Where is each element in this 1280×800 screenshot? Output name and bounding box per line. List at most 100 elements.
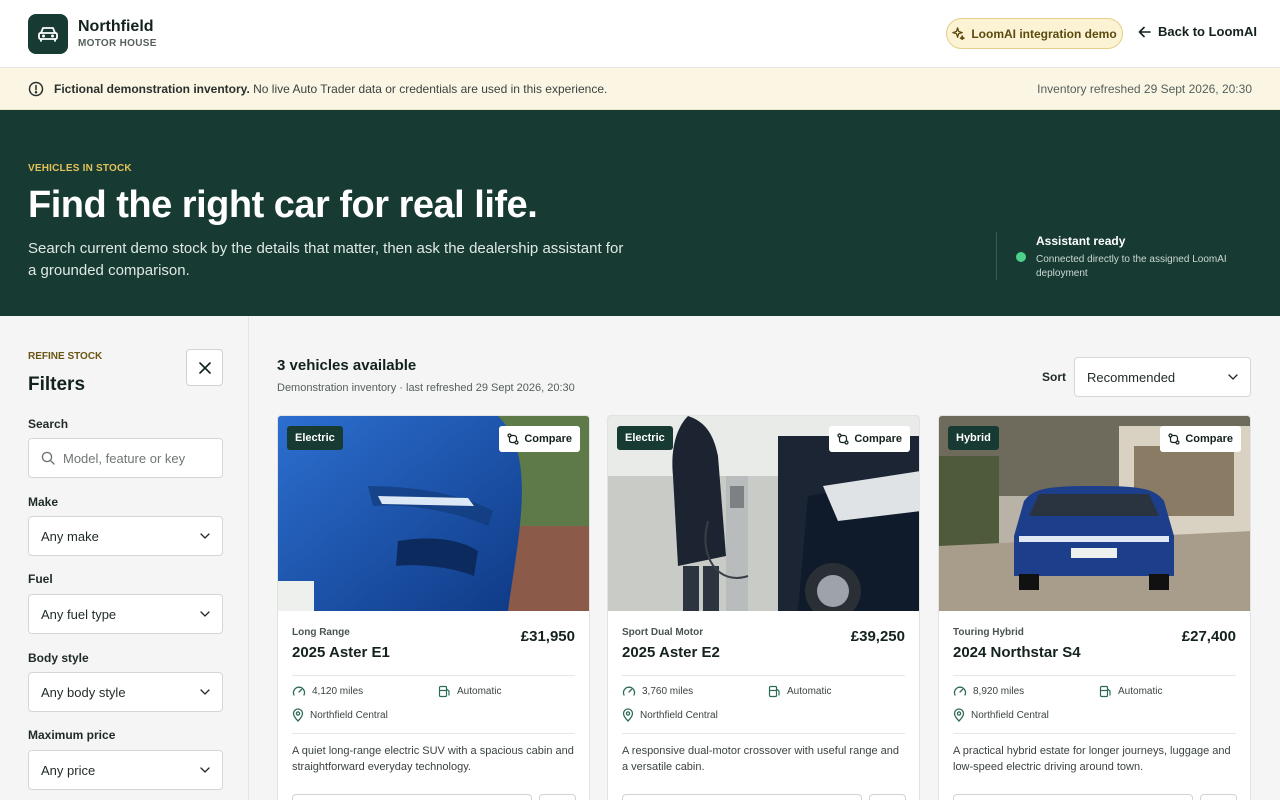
search-placeholder: Model, feature or key: [63, 450, 186, 466]
max-price-value: Any price: [41, 762, 96, 778]
chevron-down-icon: [200, 533, 210, 539]
vehicle-photo[interactable]: Electric Compare: [278, 416, 589, 611]
notice-text: No live Auto Trader data or credentials …: [249, 82, 608, 96]
vehicle-description: A responsive dual-motor crossover with u…: [622, 745, 899, 773]
compare-button[interactable]: Compare: [499, 426, 580, 452]
hero-title: Find the right car for real life.: [28, 184, 538, 226]
card-divider: [292, 675, 575, 676]
transmission-value: Automatic: [787, 686, 832, 697]
compare-button[interactable]: Compare: [1160, 426, 1241, 452]
vehicle-trim: Touring Hybrid: [953, 627, 1024, 638]
chevron-down-icon: [200, 767, 210, 773]
transmission-value: Automatic: [457, 686, 502, 697]
card-action-button[interactable]: [539, 794, 576, 800]
body-style-label: Body style: [28, 651, 89, 665]
gauge-icon: [622, 686, 636, 696]
alert-circle-icon: [28, 81, 44, 97]
hero-section: VEHICLES IN STOCK Find the right car for…: [0, 110, 1280, 316]
status-dot-icon: [1016, 252, 1026, 262]
vehicle-photo[interactable]: Electric Compare: [608, 416, 919, 611]
vehicle-price: £39,250: [850, 628, 905, 645]
vehicle-photo[interactable]: Hybrid Compare: [939, 416, 1250, 611]
assistant-status-title: Assistant ready: [1036, 234, 1126, 248]
mileage-value: 3,760 miles: [642, 685, 694, 697]
sparkle-icon: [952, 27, 966, 40]
hero-eyebrow: VEHICLES IN STOCK: [28, 163, 132, 174]
compare-icon: [1168, 433, 1180, 445]
card-divider: [953, 733, 1236, 734]
back-link-label: Back to LoomAI: [1158, 24, 1257, 39]
brand-subtitle: MOTOR HOUSE: [78, 38, 157, 49]
fuel-select[interactable]: Any fuel type: [28, 594, 223, 634]
view-details-button[interactable]: [622, 794, 862, 800]
fuel-label: Fuel: [28, 572, 53, 586]
card-action-button[interactable]: [869, 794, 906, 800]
compare-icon: [507, 433, 519, 445]
chevron-down-icon: [200, 689, 210, 695]
loomai-demo-pill[interactable]: LoomAI integration demo: [946, 18, 1123, 49]
filters-sidebar: REFINE STOCK Filters Search Model, featu…: [0, 316, 249, 800]
notice-message: Fictional demonstration inventory. No li…: [54, 82, 607, 96]
card-action-button[interactable]: [1200, 794, 1237, 800]
make-label: Make: [28, 495, 59, 509]
fuel-badge: Hybrid: [948, 426, 999, 450]
vehicle-card[interactable]: Electric Compare Long Range 2025 Aster E…: [277, 415, 590, 800]
compare-button[interactable]: Compare: [829, 426, 910, 452]
body-style-select[interactable]: Any body style: [28, 672, 223, 712]
card-divider: [622, 733, 905, 734]
gauge-icon: [292, 686, 306, 696]
location-value: Northfield Central: [310, 709, 388, 721]
compare-label: Compare: [1185, 433, 1233, 445]
compare-icon: [837, 433, 849, 445]
location-spec: Northfield Central: [953, 708, 1049, 722]
inventory-refreshed: Inventory refreshed 29 Sept 2026, 20:30: [1037, 82, 1252, 96]
mileage-value: 8,920 miles: [973, 685, 1025, 697]
location-spec: Northfield Central: [292, 708, 388, 722]
notice-bold: Fictional demonstration inventory.: [54, 82, 250, 96]
filters-eyebrow: REFINE STOCK: [28, 351, 103, 362]
compare-label: Compare: [854, 433, 902, 445]
demo-notice-banner: Fictional demonstration inventory. No li…: [0, 68, 1280, 110]
card-divider: [292, 733, 575, 734]
mileage-spec: 3,760 miles: [622, 685, 693, 697]
max-price-select[interactable]: Any price: [28, 750, 223, 790]
transmission-spec: Automatic: [768, 685, 831, 698]
fuel-pump-icon: [1099, 685, 1111, 698]
vehicle-model[interactable]: 2024 Northstar S4: [953, 644, 1081, 661]
sort-value: Recommended: [1087, 369, 1176, 385]
vehicle-model[interactable]: 2025 Aster E1: [292, 644, 390, 661]
make-value: Any make: [41, 528, 99, 544]
fuel-value: Any fuel type: [41, 606, 117, 622]
mileage-spec: 4,120 miles: [292, 685, 363, 697]
sort-select[interactable]: Recommended: [1074, 357, 1251, 397]
transmission-value: Automatic: [1118, 686, 1163, 697]
brand-name[interactable]: Northfield: [78, 18, 154, 36]
loomai-demo-label: LoomAI integration demo: [971, 26, 1117, 41]
vehicle-price: £27,400: [1181, 628, 1236, 645]
filters-title: Filters: [28, 374, 86, 395]
fuel-pump-icon: [438, 685, 450, 698]
view-details-button[interactable]: [292, 794, 532, 800]
location-value: Northfield Central: [640, 709, 718, 721]
vehicle-card[interactable]: Hybrid Compare Touring Hybrid 2024 North…: [938, 415, 1251, 800]
back-to-loomai-link[interactable]: Back to LoomAI: [1138, 24, 1257, 39]
mileage-spec: 8,920 miles: [953, 685, 1024, 697]
close-filters-button[interactable]: [186, 349, 223, 386]
hero-divider: [996, 232, 997, 280]
view-details-button[interactable]: [953, 794, 1193, 800]
transmission-spec: Automatic: [1099, 685, 1162, 698]
location-value: Northfield Central: [971, 709, 1049, 721]
vehicle-description: A quiet long-range electric SUV with a s…: [292, 745, 574, 773]
compare-label: Compare: [524, 433, 572, 445]
card-divider: [622, 675, 905, 676]
body-style-value: Any body style: [41, 684, 126, 700]
car-logo-icon[interactable]: [28, 14, 68, 54]
make-select[interactable]: Any make: [28, 516, 223, 556]
search-input[interactable]: Model, feature or key: [28, 438, 223, 478]
max-price-label: Maximum price: [28, 728, 116, 742]
vehicle-model[interactable]: 2025 Aster E2: [622, 644, 720, 661]
location-pin-icon: [292, 708, 304, 722]
arrow-left-icon: [1138, 26, 1151, 37]
sort-label: Sort: [1042, 370, 1066, 384]
vehicle-card[interactable]: Electric Compare Sport Dual Motor 2025 A…: [607, 415, 920, 800]
